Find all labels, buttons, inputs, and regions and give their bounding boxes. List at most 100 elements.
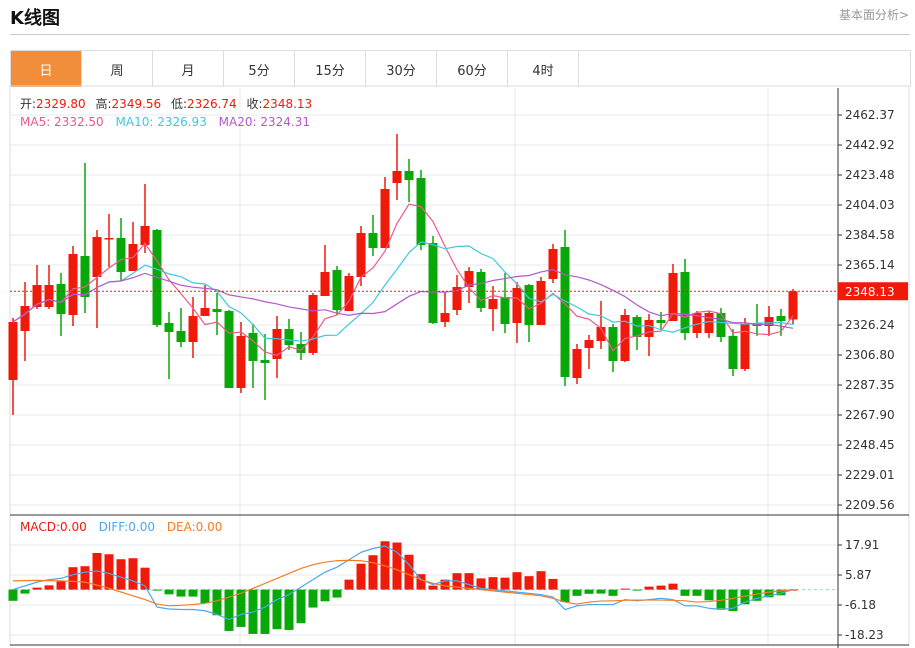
candle-up — [20, 305, 30, 332]
macd-bar — [680, 589, 690, 596]
ohlc-legend: 开:2329.80 高:2349.56 低:2326.74 收:2348.13 — [20, 96, 312, 111]
macd-bar — [464, 573, 474, 590]
candle-up — [488, 299, 498, 310]
macd-bar — [104, 554, 114, 590]
macd-tick-label: 17.91 — [845, 538, 879, 552]
candle-up — [704, 313, 714, 333]
macd-bar — [44, 585, 54, 590]
macd-bar — [716, 589, 726, 609]
close-value: 2348.13 — [263, 97, 313, 111]
macd-tick-label: -18.23 — [845, 628, 884, 642]
macd-axis: 17.91 5.87 -6.18 -18.23 — [838, 538, 884, 642]
macd-tick-label: -6.18 — [845, 598, 876, 612]
candle-down — [728, 335, 738, 369]
macd-bar — [524, 576, 534, 590]
candle-down — [224, 311, 234, 388]
price-tick-label: 2404.03 — [845, 198, 895, 212]
macd-bar — [488, 577, 498, 590]
dea-value: DEA:0.00 — [167, 520, 223, 534]
candle-down — [680, 271, 690, 333]
close-label: 收: — [247, 97, 263, 111]
macd-bar — [392, 542, 402, 590]
last-price-label: 2348.13 — [845, 285, 895, 299]
candles — [8, 134, 798, 415]
price-tick-label: 2267.90 — [845, 408, 895, 422]
macd-bar — [236, 589, 246, 627]
macd-bar — [500, 577, 510, 590]
macd-bar — [20, 589, 30, 594]
price-tick-label: 2326.24 — [845, 318, 895, 332]
candle-down — [404, 170, 414, 181]
price-tick-label: 2209.56 — [845, 498, 895, 512]
price-tick-label: 2384.58 — [845, 228, 895, 242]
candle-up — [320, 271, 330, 297]
chart-frame — [9, 85, 910, 646]
candle-down — [284, 328, 294, 345]
candle-up — [200, 308, 210, 316]
candle-down — [524, 285, 534, 325]
candle-down — [716, 313, 726, 337]
macd-bar — [56, 581, 66, 590]
candle-down — [176, 331, 186, 343]
candle-up — [68, 253, 78, 316]
macd-bar — [80, 566, 90, 590]
price-tick-label: 2423.48 — [845, 168, 895, 182]
price-axis: 2462.37 2442.92 2423.48 2404.03 2384.58 2365.… — [838, 108, 895, 512]
macd-bar — [512, 572, 522, 590]
open-label: 开: — [20, 97, 36, 111]
macd-bar — [320, 589, 330, 602]
macd-bar — [368, 555, 378, 590]
candle-down — [632, 316, 642, 337]
candle-up — [392, 170, 402, 184]
candle-up — [380, 189, 390, 248]
macd-bar — [656, 585, 666, 590]
candle-down — [416, 178, 426, 245]
macd-bar — [704, 589, 714, 601]
kline-widget: K线图 基本面分析> 日 周 月 5分 15分 30分 60分 4时 2462.… — [0, 0, 915, 648]
price-tick-label: 2365.14 — [845, 258, 895, 272]
candle-up — [92, 236, 102, 277]
candle-up — [308, 294, 318, 353]
candle-down — [296, 343, 306, 353]
macd-bar — [572, 589, 582, 596]
macd-bar — [668, 583, 678, 590]
macd-bar — [692, 589, 702, 596]
macd-value: MACD:0.00 — [20, 520, 87, 534]
macd-bar — [428, 585, 438, 590]
macd-bar — [176, 589, 186, 597]
candle-up — [356, 232, 366, 277]
candle-down — [260, 359, 270, 363]
candle-down — [428, 242, 438, 323]
price-tick-label: 2248.45 — [845, 438, 895, 452]
macd-bar — [200, 589, 210, 604]
candle-up — [44, 285, 54, 307]
candle-up — [140, 225, 150, 245]
candle-up — [188, 315, 198, 343]
ma-legend: MA5: 2332.50 MA10: 2326.93 MA20: 2324.31 — [20, 115, 310, 129]
open-value: 2329.80 — [36, 97, 86, 111]
macd-bar — [68, 567, 78, 590]
macd-bar — [332, 589, 342, 598]
macd-legend: MACD:0.00 DIFF:0.00 DEA:0.00 — [20, 520, 222, 534]
macd-bar — [296, 589, 306, 624]
candle-up — [236, 335, 246, 388]
kline-chart[interactable]: 2462.37 2442.92 2423.48 2404.03 2384.58 2365.… — [0, 0, 915, 648]
candle-down — [560, 247, 570, 377]
macd-bar — [404, 554, 414, 590]
macd-bar — [560, 589, 570, 603]
candle-up — [788, 291, 798, 320]
candle-up — [344, 275, 354, 312]
candle-down — [80, 255, 90, 298]
price-tick-label: 2442.92 — [845, 138, 895, 152]
macd-bar — [308, 589, 318, 608]
macd-bar — [644, 586, 654, 590]
macd-bar — [596, 589, 606, 594]
candle-down — [368, 232, 378, 248]
macd-bar — [188, 589, 198, 597]
diff-value: DIFF:0.00 — [99, 520, 155, 534]
candle-up — [512, 287, 522, 323]
candle-down — [248, 332, 258, 361]
macd-bar — [260, 589, 270, 634]
price-tick-label: 2462.37 — [845, 108, 895, 122]
high-value: 2349.56 — [112, 97, 162, 111]
